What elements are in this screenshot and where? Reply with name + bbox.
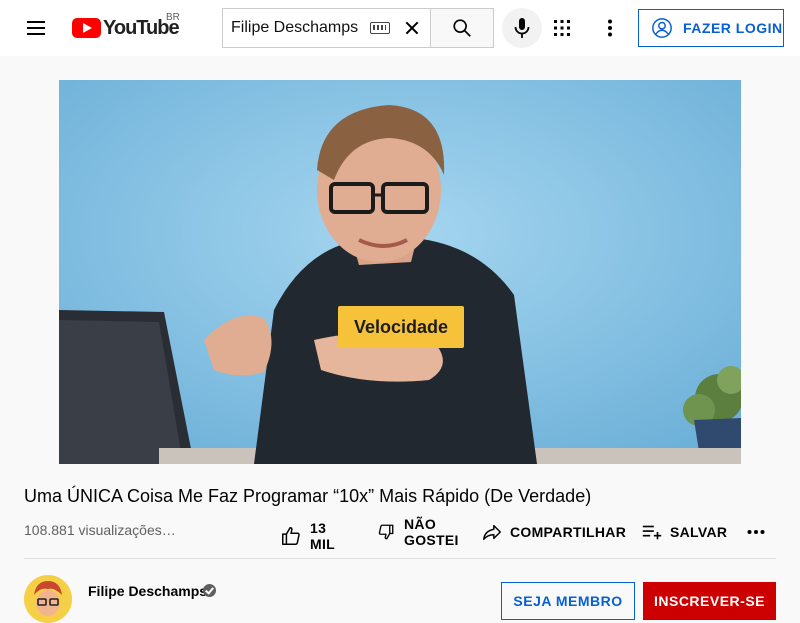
more-actions-button[interactable] — [744, 520, 768, 544]
logo-country-code: BR — [166, 12, 180, 23]
more-horizontal-icon — [747, 530, 765, 534]
dislike-label-line1: NÃO — [404, 516, 437, 532]
microphone-icon — [514, 18, 530, 38]
video-title: Uma ÚNICA Coisa Me Faz Programar “10x” M… — [24, 486, 592, 506]
login-label: FAZER LOGIN — [683, 20, 783, 36]
search-input[interactable] — [231, 19, 371, 37]
share-button[interactable]: COMPARTILHAR — [480, 520, 626, 544]
share-icon — [483, 524, 501, 541]
save-label: SALVAR — [670, 524, 728, 540]
video-player[interactable]: Velocidade — [59, 80, 741, 464]
search-icon — [453, 19, 471, 37]
voice-search-button[interactable] — [502, 8, 542, 48]
youtube-logo[interactable]: YouTube — [72, 16, 180, 40]
share-label: COMPARTILHAR — [510, 524, 627, 540]
account-circle-icon — [652, 18, 672, 38]
playlist-add-icon — [642, 525, 662, 540]
search-box — [222, 8, 431, 48]
like-count: 13 MIL — [310, 520, 336, 552]
hamburger-icon[interactable] — [22, 16, 50, 40]
view-count[interactable]: 108.881 visualizações… — [24, 522, 176, 538]
thumbs-up-icon — [282, 527, 300, 545]
settings-more-button[interactable] — [594, 12, 626, 44]
apps-button[interactable] — [546, 12, 578, 44]
divider — [24, 558, 776, 559]
youtube-play-icon — [72, 18, 101, 38]
join-member-button[interactable]: SEJA MEMBRO — [501, 582, 635, 620]
masthead: YouTube BR FAZER LOGIN — [0, 0, 800, 56]
channel-name[interactable]: Filipe Deschamps — [88, 583, 207, 599]
apps-grid-icon — [554, 20, 570, 36]
search-bar — [222, 8, 494, 48]
verified-check-icon — [203, 584, 216, 597]
channel-avatar[interactable] — [24, 575, 72, 623]
avatar-illustration — [24, 575, 72, 623]
more-vertical-icon — [608, 19, 612, 37]
close-icon[interactable] — [400, 16, 424, 40]
subscribe-button[interactable]: INSCREVER-SE — [643, 582, 776, 620]
video-frame — [59, 80, 741, 464]
search-button[interactable] — [430, 8, 494, 48]
dislike-label-line2: GOSTEI — [404, 532, 459, 548]
thumbs-down-icon — [378, 524, 394, 540]
video-caption-badge: Velocidade — [338, 306, 464, 348]
like-button[interactable]: 13 MIL — [280, 520, 337, 552]
keyboard-icon[interactable] — [370, 22, 391, 34]
login-button[interactable]: FAZER LOGIN — [638, 9, 784, 47]
save-button[interactable]: SALVAR — [640, 520, 727, 544]
dislike-button[interactable]: NÃO GOSTEI — [374, 516, 459, 548]
